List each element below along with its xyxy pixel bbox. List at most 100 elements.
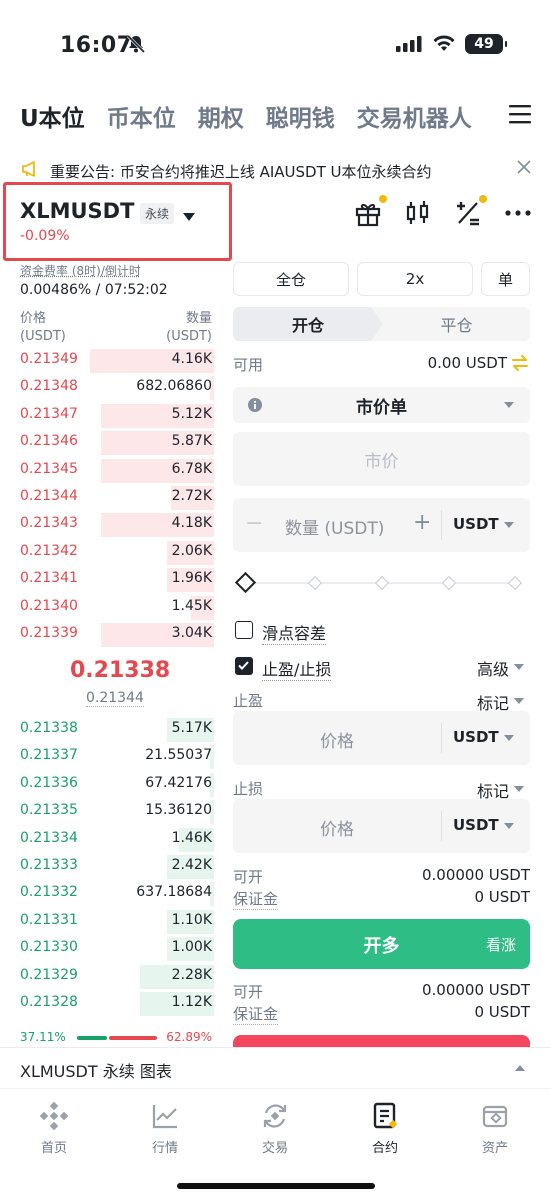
- open-long-sublabel: 看涨: [485, 936, 516, 954]
- tab-trading-bots[interactable]: 交易机器人: [357, 99, 472, 133]
- bid-quantity: 1.00K: [171, 939, 212, 956]
- tab-open-position[interactable]: 开仓: [233, 307, 383, 341]
- advanced-button[interactable]: 高级: [477, 656, 509, 680]
- transfer-icon[interactable]: [511, 354, 529, 376]
- ask-row[interactable]: 0.21343 4.18K: [20, 511, 214, 538]
- chevron-down-icon: [514, 664, 524, 670]
- battery-icon: 49: [465, 34, 507, 54]
- bid-row[interactable]: 0.21337 21.55037: [20, 743, 214, 770]
- bid-row[interactable]: 0.21331 1.10K: [20, 908, 214, 935]
- nav-home[interactable]: 首页: [14, 1101, 94, 1156]
- perpetual-tag: 永续: [140, 203, 175, 224]
- chevron-down-icon: [504, 402, 514, 408]
- bid-row[interactable]: 0.21336 67.42176: [20, 771, 214, 798]
- calculator-icon[interactable]: [453, 195, 487, 228]
- position-mode-button[interactable]: 单: [481, 262, 530, 296]
- more-options-icon[interactable]: [503, 198, 533, 228]
- ask-row[interactable]: 0.21348 682.06860: [20, 374, 214, 401]
- chevron-up-icon[interactable]: [515, 1065, 525, 1071]
- bid-row[interactable]: 0.21333 2.42K: [20, 853, 214, 880]
- short-margin-label[interactable]: 保证金: [233, 1003, 279, 1025]
- funding-rate-label[interactable]: 资金费率 (8时)/倒计时: [20, 262, 141, 279]
- sl-price-field[interactable]: 价格 USDT: [233, 799, 530, 853]
- bid-row[interactable]: 0.21338 5.17K: [20, 716, 214, 743]
- wifi-icon: [432, 33, 456, 57]
- slider-node-25[interactable]: [307, 575, 323, 591]
- quantity-slider[interactable]: [234, 571, 523, 594]
- nav-assets[interactable]: 资产: [455, 1101, 535, 1156]
- increment-icon[interactable]: +: [413, 510, 431, 535]
- tab-smart-money[interactable]: 聪明钱: [266, 99, 335, 133]
- ratio-bar-sell: [108, 1036, 157, 1040]
- ask-row[interactable]: 0.21342 2.06K: [20, 539, 214, 566]
- ask-row[interactable]: 0.21346 5.87K: [20, 429, 214, 456]
- quantity-unit[interactable]: USDT: [453, 515, 499, 533]
- tab-coinm[interactable]: 币本位: [107, 99, 176, 133]
- chevron-down-icon: [514, 698, 524, 704]
- tp-unit[interactable]: USDT: [453, 728, 499, 746]
- qty-column-header: 数量: [185, 311, 212, 326]
- long-margin-label[interactable]: 保证金: [233, 888, 279, 910]
- nav-futures[interactable]: 合约: [345, 1101, 425, 1156]
- ask-quantity: 4.18K: [171, 515, 212, 532]
- slider-node-75[interactable]: [441, 575, 457, 591]
- slippage-checkbox[interactable]: [235, 621, 253, 639]
- slippage-label[interactable]: 滑点容差: [262, 620, 327, 645]
- pair-symbol[interactable]: XLMUSDT: [20, 199, 134, 223]
- mark-price[interactable]: 0.21344: [86, 690, 144, 707]
- gift-icon[interactable]: [353, 195, 387, 228]
- bid-price: 0.21335: [20, 802, 78, 819]
- tp-price-field[interactable]: 价格 USDT: [233, 711, 530, 765]
- futures-document-icon: [370, 1101, 400, 1131]
- status-time: 16:07: [60, 33, 133, 58]
- chart-bar[interactable]: XLMUSDT 永续 图表: [0, 1047, 551, 1087]
- price-field[interactable]: 市价: [233, 432, 530, 486]
- divider: [441, 723, 442, 753]
- quantity-placeholder[interactable]: 数量 (USDT): [285, 514, 384, 539]
- bid-row[interactable]: 0.21330 1.00K: [20, 935, 214, 962]
- ask-row[interactable]: 0.21340 1.45K: [20, 594, 214, 621]
- ask-row[interactable]: 0.21339 3.04K: [20, 621, 214, 648]
- tab-close-position[interactable]: 平仓: [383, 307, 530, 341]
- ask-row[interactable]: 0.21345 6.78K: [20, 457, 214, 484]
- ask-row[interactable]: 0.21347 5.12K: [20, 402, 214, 429]
- order-type-select[interactable]: 市价单: [233, 387, 530, 423]
- nav-trade[interactable]: 交易: [235, 1101, 315, 1156]
- decrement-icon[interactable]: −: [245, 511, 263, 536]
- bid-row[interactable]: 0.21329 2.28K: [20, 963, 214, 990]
- close-icon[interactable]: [517, 160, 531, 178]
- bid-row[interactable]: 0.21335 15.36120: [20, 798, 214, 825]
- slider-node-100[interactable]: [507, 575, 523, 591]
- margin-mode-label: 全仓: [275, 270, 306, 289]
- ask-row[interactable]: 0.21349 4.16K: [20, 347, 214, 374]
- tab-usdm[interactable]: U本位: [20, 99, 85, 133]
- hamburger-menu-icon[interactable]: [509, 104, 531, 128]
- leverage-button[interactable]: 2x: [357, 262, 473, 296]
- open-long-button[interactable]: 开多 看涨: [233, 919, 530, 969]
- bid-quantity: 2.28K: [171, 966, 212, 983]
- tpsl-label[interactable]: 止盈/止损: [262, 656, 332, 681]
- ask-row[interactable]: 0.21344 2.72K: [20, 484, 214, 511]
- bid-row[interactable]: 0.21332 637.18684: [20, 880, 214, 907]
- info-icon[interactable]: [247, 397, 263, 418]
- bid-row[interactable]: 0.21328 1.12K: [20, 990, 214, 1017]
- divider: [441, 811, 442, 841]
- ask-row[interactable]: 0.21341 1.96K: [20, 566, 214, 593]
- announcement-text: 重要公告: 币安合约将推迟上线 AIAUSDT U本位永续合约: [50, 162, 432, 181]
- ask-price: 0.21349: [20, 351, 78, 367]
- slider-thumb[interactable]: [234, 571, 257, 594]
- bid-row[interactable]: 0.21334 1.46K: [20, 826, 214, 853]
- nav-markets[interactable]: 行情: [125, 1101, 205, 1156]
- pair-dropdown-caret-icon[interactable]: [182, 207, 196, 226]
- slider-node-50[interactable]: [374, 575, 390, 591]
- candlestick-chart-icon[interactable]: [403, 198, 433, 228]
- sl-unit[interactable]: USDT: [453, 816, 499, 834]
- margin-mode-button[interactable]: 全仓: [233, 262, 349, 296]
- market-type-tabs: U本位 币本位 期权 聪明钱 交易机器人: [20, 96, 531, 136]
- tab-options[interactable]: 期权: [198, 99, 244, 133]
- tpsl-checkbox[interactable]: [235, 657, 253, 675]
- bid-price: 0.21332: [20, 884, 78, 901]
- bid-quantity: 21.55037: [145, 747, 212, 764]
- quantity-stepper[interactable]: − 数量 (USDT) + USDT: [233, 498, 530, 552]
- last-price[interactable]: 0.21338: [70, 658, 170, 683]
